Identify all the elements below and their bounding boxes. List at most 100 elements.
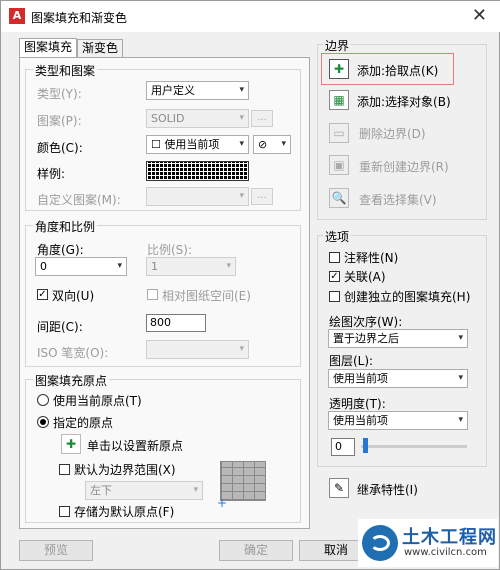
double-checkbox[interactable]: ✓ xyxy=(37,289,48,300)
iso-pen-width-select[interactable]: ▾ xyxy=(146,340,249,359)
chevron-down-icon: ▾ xyxy=(239,113,244,123)
angle-scale-group-label: 角度和比例 xyxy=(33,218,98,235)
scale-label: 比例(S): xyxy=(147,243,193,257)
extent-position-select[interactable]: 左下 ▾ xyxy=(85,481,203,500)
chevron-down-icon: ▾ xyxy=(281,139,286,149)
store-default-origin-label: 存储为默认原点(F) xyxy=(74,505,175,519)
specified-origin-label: 指定的原点 xyxy=(53,416,114,430)
type-select[interactable]: 用户定义 ▾ xyxy=(146,81,249,100)
tab-hatch[interactable]: 图案填充 xyxy=(19,38,78,59)
custom-pattern-browse-button[interactable]: ... xyxy=(251,188,273,205)
background-color-value: ⊘ xyxy=(258,138,268,151)
check-icon: ✓ xyxy=(38,289,47,300)
hatch-origin-group-label: 图案填充原点 xyxy=(33,372,110,389)
pattern-label: 图案(P): xyxy=(37,114,82,128)
recreate-boundary-icon[interactable]: ▣ xyxy=(329,155,349,175)
scale-value: 1 xyxy=(151,260,158,273)
use-current-origin-radio[interactable] xyxy=(37,394,49,406)
sample-label: 样例: xyxy=(37,167,66,181)
chevron-down-icon: ▾ xyxy=(193,485,198,495)
tab-gradient[interactable]: 渐变色 xyxy=(77,39,124,58)
check-icon: ✓ xyxy=(330,271,339,282)
chevron-down-icon: ▾ xyxy=(458,415,463,425)
chevron-down-icon: ▾ xyxy=(239,191,244,201)
associative-label: 关联(A) xyxy=(344,270,386,284)
inherit-properties-button[interactable]: 继承特性(I) xyxy=(357,481,418,498)
click-set-origin-label: 单击以设置新原点 xyxy=(87,439,184,453)
site-watermark: 土木工程网 www.civilcn.com xyxy=(358,519,498,567)
transparency-select[interactable]: 使用当前项 ▾ xyxy=(328,411,468,430)
close-icon[interactable]: ✕ xyxy=(472,5,487,26)
pattern-sample-swatch[interactable] xyxy=(146,161,249,181)
store-default-origin-checkbox[interactable] xyxy=(59,506,70,517)
double-label: 双向(U) xyxy=(52,289,95,303)
draw-order-select[interactable]: 置于边界之后 ▾ xyxy=(328,329,468,348)
custom-pattern-label: 自定义图案(M): xyxy=(37,193,121,207)
chevron-down-icon: ▾ xyxy=(117,261,122,271)
view-selection-icon[interactable]: 🔍 xyxy=(329,188,349,208)
transparency-slider-track[interactable] xyxy=(361,445,467,448)
options-group-label: 选项 xyxy=(323,228,352,245)
color-select-value: ☐ 使用当前项 xyxy=(151,138,220,151)
custom-pattern-select[interactable]: ▾ xyxy=(146,187,249,206)
remove-boundary-button[interactable]: 删除边界(D) xyxy=(359,125,426,142)
watermark-logo-icon xyxy=(362,525,398,561)
draw-order-value: 置于边界之后 xyxy=(333,332,399,345)
background-color-select[interactable]: ⊘ ▾ xyxy=(253,135,291,154)
relative-paper-space-checkbox[interactable] xyxy=(147,289,158,300)
default-extent-checkbox[interactable] xyxy=(59,464,70,475)
angle-label: 角度(G): xyxy=(37,243,84,257)
hatch-dialog: A 图案填充和渐变色 ✕ 图案填充 渐变色 类型和图案 类型(Y): 用户定义 ▾… xyxy=(0,0,500,570)
annotative-checkbox[interactable] xyxy=(329,252,340,263)
specified-origin-radio[interactable] xyxy=(37,416,49,428)
draw-order-label: 绘图次序(W): xyxy=(329,315,403,329)
select-objects-icon[interactable]: ▦ xyxy=(329,90,349,110)
remove-boundary-icon[interactable]: ▭ xyxy=(329,123,349,143)
transparency-amount-input[interactable]: 0 xyxy=(331,438,355,456)
layer-value: 使用当前项 xyxy=(333,372,388,385)
chevron-down-icon: ▾ xyxy=(239,139,244,149)
options-group xyxy=(317,235,487,467)
pattern-select-value: SOLID xyxy=(151,112,185,125)
angle-select[interactable]: 0 ▾ xyxy=(35,257,127,276)
recreate-boundary-button[interactable]: 重新创建边界(R) xyxy=(359,158,449,175)
view-selection-button[interactable]: 查看选择集(V) xyxy=(359,191,437,208)
angle-value: 0 xyxy=(40,260,47,273)
type-pattern-group-label: 类型和图案 xyxy=(33,62,98,79)
dialog-title: 图案填充和渐变色 xyxy=(31,11,128,25)
chevron-down-icon: ▾ xyxy=(239,344,244,354)
independent-hatch-checkbox[interactable] xyxy=(329,291,340,302)
transparency-slider-thumb[interactable] xyxy=(363,438,368,453)
scale-select[interactable]: 1 ▾ xyxy=(146,257,236,276)
layer-select[interactable]: 使用当前项 ▾ xyxy=(328,369,468,388)
spacing-label: 间距(C): xyxy=(37,320,83,334)
pattern-select[interactable]: SOLID ▾ xyxy=(146,109,249,128)
color-select[interactable]: ☐ 使用当前项 ▾ xyxy=(146,135,249,154)
add-pick-points-button[interactable]: 添加:拾取点(K) xyxy=(357,62,438,79)
color-label: 颜色(C): xyxy=(37,141,83,155)
independent-hatch-label: 创建独立的图案填充(H) xyxy=(344,290,471,304)
default-extent-label: 默认为边界范围(X) xyxy=(74,463,176,477)
origin-marker-icon: + xyxy=(217,496,228,510)
transparency-value: 使用当前项 xyxy=(333,414,388,427)
watermark-title: 土木工程网 xyxy=(402,527,497,548)
associative-checkbox[interactable]: ✓ xyxy=(329,271,340,282)
title-bar: A 图案填充和渐变色 ✕ xyxy=(1,1,500,32)
pattern-browse-button[interactable]: ... xyxy=(251,110,273,127)
use-current-origin-label: 使用当前原点(T) xyxy=(53,394,142,408)
annotative-label: 注释性(N) xyxy=(344,251,399,265)
set-origin-icon[interactable]: ✚ xyxy=(61,434,81,454)
layer-label: 图层(L): xyxy=(329,354,374,368)
pick-point-icon[interactable]: ✚ xyxy=(329,59,349,79)
boundary-group-label: 边界 xyxy=(323,37,352,54)
iso-pen-width-label: ISO 笔宽(O): xyxy=(37,346,109,360)
spacing-input[interactable]: 800 xyxy=(146,314,206,332)
watermark-url: www.civilcn.com xyxy=(404,547,487,558)
add-select-objects-button[interactable]: 添加:选择对象(B) xyxy=(357,93,451,110)
preview-button[interactable]: 预览 xyxy=(19,540,93,561)
relative-paper-space-label: 相对图纸空间(E) xyxy=(162,289,251,303)
ok-button[interactable]: 确定 xyxy=(219,540,293,561)
origin-preview-image xyxy=(220,461,266,501)
chevron-down-icon: ▾ xyxy=(239,85,244,95)
inherit-properties-icon[interactable]: ✎ xyxy=(329,478,349,498)
